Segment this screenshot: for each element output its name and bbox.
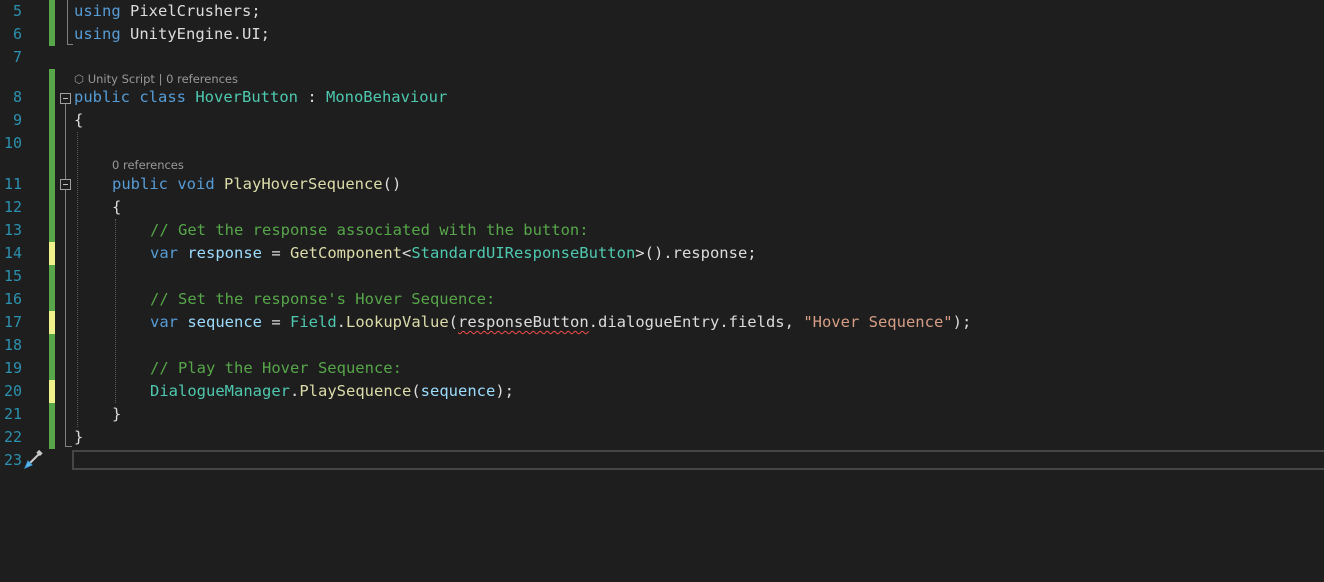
- codelens-references[interactable]: 0 references: [166, 72, 238, 86]
- change-indicator: [49, 311, 55, 334]
- indent-guide: [115, 219, 116, 403]
- collapse-toggle[interactable]: [60, 93, 71, 104]
- change-indicator: [49, 242, 55, 265]
- line-number: 7: [12, 48, 22, 66]
- line-number: 14: [3, 244, 22, 262]
- change-indicator: [49, 334, 55, 380]
- code-line-11[interactable]: public void PlayHoverSequence(): [112, 173, 401, 196]
- error-squiggle[interactable]: responseButton: [458, 313, 589, 331]
- line-number: 22: [3, 428, 22, 446]
- line-number: 11: [3, 175, 22, 193]
- line-number: 18: [3, 336, 22, 354]
- line-number: 9: [12, 111, 22, 129]
- line-number: 17: [3, 313, 22, 331]
- line-number: 21: [3, 405, 22, 423]
- code-line-16[interactable]: // Set the response's Hover Sequence:: [150, 288, 495, 311]
- indent-guide: [77, 132, 78, 427]
- code-line-21[interactable]: }: [112, 403, 121, 426]
- line-number: 19: [3, 359, 22, 377]
- change-indicator: [49, 0, 55, 46]
- current-line-highlight[interactable]: [72, 450, 1324, 470]
- line-number: 6: [12, 25, 22, 43]
- codelens-method[interactable]: 0 references: [112, 158, 184, 172]
- code-line-19[interactable]: // Play the Hover Sequence:: [150, 357, 402, 380]
- codelens-class[interactable]: ⬡ Unity Script | 0 references: [74, 72, 238, 86]
- line-number: 13: [3, 221, 22, 239]
- code-cleanup-brush-icon[interactable]: [22, 449, 44, 470]
- outline-line: [65, 432, 72, 447]
- change-indicator: [49, 403, 55, 449]
- code-line-17[interactable]: var sequence = Field.LookupValue(respons…: [150, 311, 971, 334]
- code-line-5[interactable]: using PixelCrushers;: [74, 0, 261, 23]
- line-number: 12: [3, 198, 22, 216]
- code-line-9[interactable]: {: [74, 109, 83, 132]
- line-number: 15: [3, 267, 22, 285]
- code-line-22[interactable]: }: [74, 426, 83, 449]
- collapse-toggle[interactable]: [60, 179, 71, 190]
- codelens-unity-script[interactable]: Unity Script: [88, 72, 155, 86]
- unity-cube-icon: ⬡: [74, 72, 88, 86]
- line-number: 5: [12, 2, 22, 20]
- line-number: 16: [3, 290, 22, 308]
- change-indicator: [49, 69, 55, 242]
- outline-line: [65, 190, 66, 422]
- line-number: 8: [12, 88, 22, 106]
- outline-line: [67, 30, 73, 45]
- line-number: 23: [3, 451, 22, 469]
- line-number: 20: [3, 382, 22, 400]
- code-line-13[interactable]: // Get the response associated with the …: [150, 219, 589, 242]
- code-line-14[interactable]: var response = GetComponent<StandardUIRe…: [150, 242, 757, 265]
- change-indicator: [49, 265, 55, 311]
- codelens-references[interactable]: 0 references: [112, 158, 184, 172]
- code-line-8[interactable]: public class HoverButton : MonoBehaviour: [74, 86, 447, 109]
- line-number: 10: [3, 134, 22, 152]
- code-line-6[interactable]: using UnityEngine.UI;: [74, 23, 270, 46]
- change-indicator: [49, 380, 55, 403]
- code-editor[interactable]: 5 6 7 8 9 10 11 12 13 14 15 16 17 18 19 …: [0, 0, 1324, 582]
- code-line-12[interactable]: {: [112, 196, 121, 219]
- code-line-20[interactable]: DialogueManager.PlaySequence(sequence);: [150, 380, 514, 403]
